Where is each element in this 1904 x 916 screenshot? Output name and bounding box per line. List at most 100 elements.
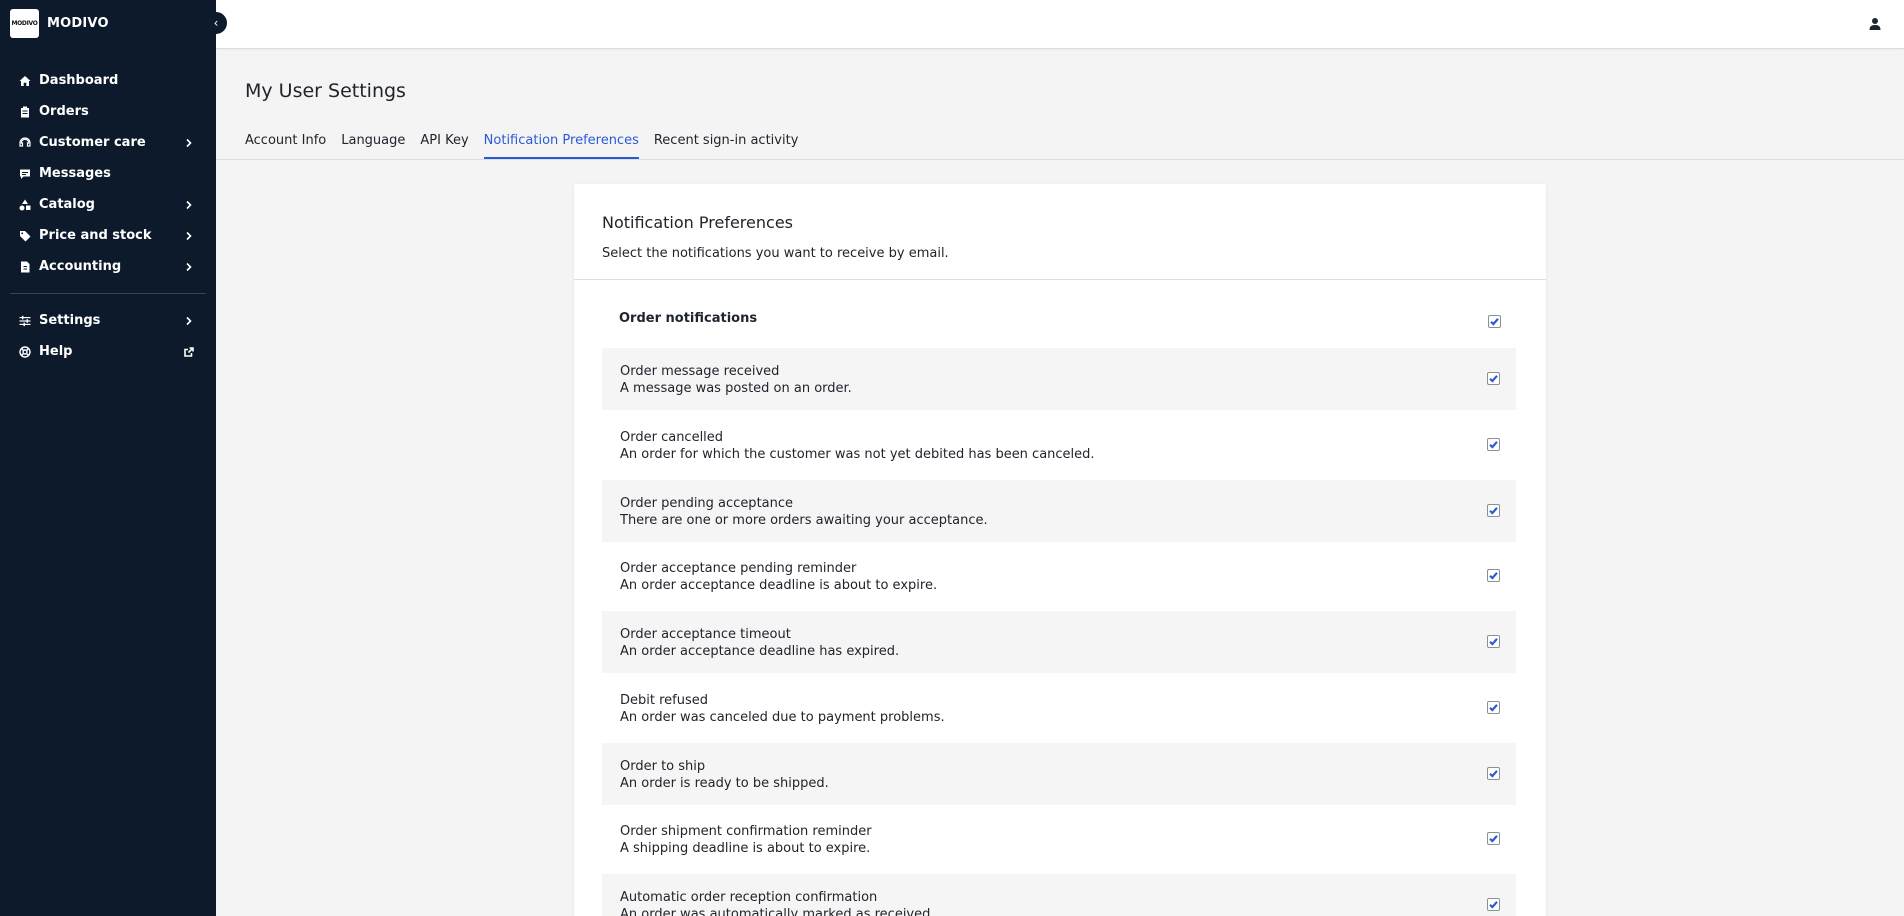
- notification-title: Order message received: [620, 364, 780, 379]
- notification-checkbox[interactable]: [1487, 437, 1500, 451]
- sidebar-item-price-and-stock[interactable]: Price and stock: [0, 220, 216, 251]
- notification-checkbox[interactable]: [1487, 372, 1500, 385]
- list-item: Order shipment confirmation reminder A s…: [602, 808, 1516, 870]
- chevron-right-icon: [184, 315, 194, 326]
- sidebar: MODIVO MODIVO Dashboard Orders Customer …: [0, 0, 216, 916]
- user-menu-icon[interactable]: [1868, 16, 1882, 30]
- list-item: Automatic order reception confirmation A…: [602, 874, 1516, 916]
- sidebar-nav: Dashboard Orders Customer care Messages …: [0, 65, 216, 282]
- sidebar-item-dashboard[interactable]: Dashboard: [0, 65, 216, 96]
- sidebar-item-label: Price and stock: [39, 228, 152, 243]
- list-item: Order message received A message was pos…: [602, 348, 1516, 410]
- chevron-right-icon: [184, 199, 194, 210]
- sidebar-item-catalog[interactable]: Catalog: [0, 189, 216, 220]
- shapes-icon: [19, 199, 31, 211]
- sidebar-item-orders[interactable]: Orders: [0, 96, 216, 127]
- page-title: My User Settings: [245, 80, 406, 102]
- checkmark-icon: [1489, 572, 1498, 580]
- notification-description: An order for which the customer was not …: [620, 446, 1095, 462]
- sidebar-item-customer-care[interactable]: Customer care: [0, 127, 216, 158]
- checkmark-icon: [1489, 901, 1498, 909]
- notification-checkbox[interactable]: [1487, 898, 1500, 911]
- notification-description: A message was posted on an order.: [620, 381, 852, 396]
- notification-title: Order acceptance timeout: [620, 627, 791, 642]
- list-item: Order to ship An order is ready to be sh…: [602, 742, 1516, 805]
- sidebar-item-messages[interactable]: Messages: [0, 158, 216, 189]
- list-item: Order acceptance timeout An order accept…: [602, 611, 1516, 673]
- notification-checkbox[interactable]: [1487, 503, 1500, 517]
- settings-tabs: Account Info Language API Key Notificati…: [245, 130, 813, 160]
- sidebar-item-label: Help: [39, 344, 73, 359]
- notification-title: Order to ship: [620, 758, 706, 774]
- notification-description: A shipping deadline is about to expire.: [620, 841, 871, 857]
- checkmark-icon: [1489, 638, 1498, 646]
- notification-checkbox[interactable]: [1487, 635, 1500, 648]
- sidebar-divider: [10, 293, 206, 294]
- tabs-divider: [216, 159, 1904, 160]
- notification-title: Automatic order reception confirmation: [620, 890, 878, 905]
- sidebar-item-settings[interactable]: Settings: [0, 305, 216, 336]
- notification-description: An order is ready to be shipped.: [620, 775, 829, 791]
- sliders-icon: [19, 315, 31, 327]
- notification-description: There are one or more orders awaiting yo…: [620, 512, 988, 528]
- sidebar-item-label: Accounting: [39, 259, 122, 274]
- sidebar-item-help[interactable]: Help: [0, 336, 216, 367]
- chevron-left-icon: ‹: [213, 16, 219, 30]
- top-bar: [216, 0, 1904, 49]
- invoice-icon: [19, 261, 31, 273]
- notification-description: An order was automatically marked as rec…: [620, 907, 935, 916]
- notification-description: An order was canceled due to payment pro…: [620, 709, 945, 725]
- sidebar-item-label: Customer care: [39, 135, 146, 150]
- chat-icon: [19, 168, 31, 180]
- lifebuoy-icon: [19, 345, 31, 358]
- tag-icon: [19, 230, 31, 242]
- list-item: Debit refused An order was canceled due …: [602, 677, 1516, 739]
- sidebar-item-label: Catalog: [39, 197, 95, 212]
- sidebar-item-label: Messages: [39, 166, 111, 181]
- checkmark-icon: [1489, 506, 1498, 515]
- notification-checkbox[interactable]: [1487, 569, 1500, 583]
- sidebar-item-label: Dashboard: [39, 73, 119, 88]
- headset-icon: [19, 136, 31, 149]
- tab-recent-sign-in-activity[interactable]: Recent sign-in activity: [654, 130, 799, 160]
- sidebar-item-accounting[interactable]: Accounting: [0, 251, 216, 282]
- tab-language[interactable]: Language: [341, 130, 405, 160]
- group-checkbox[interactable]: [1488, 315, 1501, 328]
- card-header: Notification Preferences Select the noti…: [574, 184, 1546, 280]
- group-order-notifications: Order notifications: [574, 280, 1546, 346]
- notification-title: Order cancelled: [620, 429, 724, 445]
- brand-name: MODIVO: [47, 15, 109, 31]
- tab-api-key[interactable]: API Key: [420, 130, 468, 160]
- notification-description: An order acceptance deadline is about to…: [620, 578, 938, 594]
- chevron-right-icon: [184, 137, 194, 148]
- sidebar-item-label: Settings: [39, 313, 101, 328]
- notification-title: Order acceptance pending reminder: [620, 561, 857, 577]
- sidebar-item-label: Orders: [39, 104, 89, 119]
- group-title: Order notifications: [619, 311, 758, 326]
- notification-title: Order shipment confirmation reminder: [620, 824, 872, 840]
- notification-checkbox[interactable]: [1487, 766, 1500, 780]
- tab-notification-preferences[interactable]: Notification Preferences: [483, 130, 639, 160]
- card-title: Notification Preferences: [602, 213, 793, 232]
- list-item: Order acceptance pending reminder An ord…: [602, 545, 1516, 607]
- chevron-right-icon: [184, 230, 194, 241]
- tab-account-info[interactable]: Account Info: [245, 130, 326, 160]
- list-item: Order pending acceptance There are one o…: [602, 479, 1516, 542]
- notification-list: Order message received A message was pos…: [602, 348, 1516, 916]
- checkmark-icon: [1489, 769, 1498, 778]
- external-link-icon: [184, 346, 194, 357]
- checkmark-icon: [1489, 835, 1498, 843]
- notification-checkbox[interactable]: [1487, 832, 1500, 846]
- clipboard-icon: [19, 106, 31, 118]
- card-subtitle: Select the notifications you want to rec…: [602, 246, 949, 261]
- brand-logo: MODIVO: [10, 8, 39, 38]
- notification-title: Order pending acceptance: [620, 495, 794, 511]
- sidebar-collapse-button[interactable]: ‹: [205, 12, 227, 34]
- notification-preferences-card: Notification Preferences Select the noti…: [574, 184, 1546, 916]
- notification-checkbox[interactable]: [1487, 700, 1500, 714]
- sidebar-bottom-nav: Settings Help: [0, 305, 216, 367]
- brand[interactable]: MODIVO MODIVO: [0, 0, 216, 46]
- chevron-right-icon: [184, 261, 194, 272]
- checkmark-icon: [1489, 703, 1498, 712]
- checkmark-icon: [1490, 318, 1499, 326]
